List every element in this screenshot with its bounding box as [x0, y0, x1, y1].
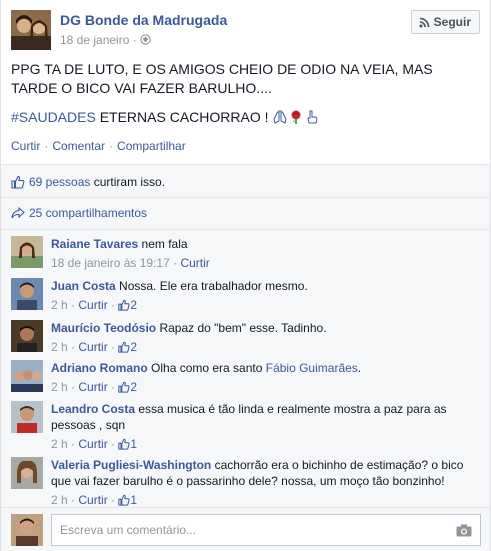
comment-text: Nossa. Ele era trabalhador mesmo.	[119, 279, 308, 293]
comment-like-link[interactable]: Curtir	[78, 380, 107, 394]
comment-time[interactable]: 18 de janeiro às 19:17	[51, 256, 170, 270]
thumbs-up-icon	[118, 381, 130, 393]
comment-time[interactable]: 2 h	[51, 298, 68, 312]
comment-author[interactable]: Valeria Pugliesi-Washington	[51, 458, 211, 472]
comment-like-link[interactable]: Curtir	[78, 493, 107, 507]
commenter-avatar[interactable]	[11, 360, 43, 392]
comment-meta: 2 h · Curtir · 2	[51, 298, 138, 312]
camera-icon[interactable]	[456, 524, 472, 537]
meta-separator: ·	[132, 33, 141, 47]
comment-author[interactable]: Maurício Teodósio	[51, 321, 156, 335]
commenter-avatar[interactable]	[11, 278, 43, 310]
comment-like-count[interactable]: 2	[130, 380, 137, 394]
comment-body: Valeria Pugliesi-Washington cachorrão er…	[51, 457, 481, 508]
thumbs-up-icon	[11, 175, 25, 189]
divider	[1, 197, 490, 198]
likes-count-link[interactable]: 69 pessoas	[29, 175, 90, 189]
rose-icon	[291, 110, 301, 124]
current-user-avatar[interactable]	[11, 514, 43, 546]
comment-time[interactable]: 2 h	[51, 380, 68, 394]
comment-text: nem fala	[141, 237, 188, 251]
divider	[1, 229, 490, 230]
share-link[interactable]: Compartilhar	[117, 139, 186, 153]
comment-body: Adriano Romano Olha como era santo Fábio…	[51, 360, 481, 395]
commenter-avatar[interactable]	[11, 457, 43, 489]
comment-link[interactable]: Comentar	[52, 139, 105, 153]
comment-time[interactable]: 2 h	[51, 493, 68, 507]
comment-text-after: .	[357, 361, 362, 375]
post-card: DG Bonde da Madrugada 18 de janeiro · Se…	[0, 0, 491, 551]
divider	[1, 164, 490, 165]
page-avatar[interactable]	[11, 10, 51, 50]
thumbs-up-icon	[118, 299, 130, 311]
share-arrow-icon	[11, 206, 25, 219]
comment-composer: Escreva um comentário...	[11, 514, 481, 546]
comment-author[interactable]: Adriano Romano	[51, 361, 148, 375]
comment-like-link[interactable]: Curtir	[180, 256, 209, 270]
thumbs-up-icon	[118, 438, 130, 450]
comment-text: Rapaz do "bem" esse. Tadinho.	[159, 321, 327, 335]
follow-button[interactable]: Seguir	[410, 10, 480, 34]
comment-like-count[interactable]: 1	[130, 437, 137, 451]
page-name[interactable]: DG Bonde da Madrugada	[60, 12, 227, 28]
post-text: PPG TA DE LUTO, E OS AMIGOS CHEIO DE ODI…	[11, 60, 481, 137]
comment-body: Raiane Tavares nem fala 18 de janeiro às…	[51, 236, 481, 271]
globe-icon[interactable]	[140, 34, 151, 45]
action-separator: ·	[44, 139, 49, 153]
likes-text: curtiram isso.	[90, 175, 166, 189]
comment-author[interactable]: Raiane Tavares	[51, 237, 138, 251]
post-line-2: #SAUDADES ETERNAS CACHORRAO !	[11, 108, 481, 127]
comment-like-count[interactable]: 1	[130, 493, 137, 507]
divider	[1, 507, 490, 508]
comment-input-placeholder: Escreva um comentário...	[60, 523, 197, 537]
comment-meta: 2 h · Curtir · 1	[51, 437, 138, 451]
post-meta: 18 de janeiro ·	[60, 33, 151, 47]
hashtag-link[interactable]: #SAUDADES	[11, 109, 96, 125]
thumbs-up-icon	[118, 494, 130, 506]
shares-count-link[interactable]: 25 compartilhamentos	[29, 206, 147, 220]
comment-like-link[interactable]: Curtir	[78, 298, 107, 312]
comment-time[interactable]: 2 h	[51, 437, 68, 451]
comment-body: Maurício Teodósio Rapaz do "bem" esse. T…	[51, 320, 481, 355]
comment-meta: 2 h · Curtir · 2	[51, 340, 138, 354]
rss-icon	[419, 17, 429, 28]
comment-input[interactable]: Escreva um comentário...	[51, 514, 481, 546]
comment-text: Olha como era santo	[151, 361, 266, 375]
post-actions: Curtir · Comentar · Compartilhar	[11, 139, 186, 153]
comment-like-link[interactable]: Curtir	[78, 437, 107, 451]
comment-author[interactable]: Juan Costa	[51, 279, 116, 293]
commenter-avatar[interactable]	[11, 320, 43, 352]
thumbs-up-icon	[118, 341, 130, 353]
mention-link[interactable]: Fábio Guimarães	[266, 361, 358, 375]
pointing-hand-icon	[307, 110, 318, 124]
commenter-avatar[interactable]	[11, 236, 43, 268]
post-date[interactable]: 18 de janeiro	[60, 33, 129, 47]
post-line-1: PPG TA DE LUTO, E OS AMIGOS CHEIO DE ODI…	[11, 61, 433, 96]
like-link[interactable]: Curtir	[11, 139, 40, 153]
comment-like-count[interactable]: 2	[130, 298, 137, 312]
likes-summary: 69 pessoas curtiram isso.	[11, 175, 165, 189]
shares-summary: 25 compartilhamentos	[11, 206, 147, 220]
comment-like-count[interactable]: 2	[130, 340, 137, 354]
comment-meta: 2 h · Curtir · 1	[51, 493, 138, 507]
commenter-avatar[interactable]	[11, 401, 43, 433]
action-separator: ·	[109, 139, 114, 153]
comment-body: Juan Costa Nossa. Ele era trabalhador me…	[51, 278, 481, 313]
comment-body: Leandro Costa essa musica é tão linda e …	[51, 401, 481, 452]
comment-meta: 2 h · Curtir · 2	[51, 380, 138, 394]
comment-like-link[interactable]: Curtir	[78, 340, 107, 354]
praying-hands-icon	[273, 109, 287, 124]
post-line-2-text: ETERNAS CACHORRAO !	[95, 109, 273, 125]
comment-meta: 18 de janeiro às 19:17 · Curtir	[51, 256, 210, 270]
post-header: DG Bonde da Madrugada 18 de janeiro · Se…	[11, 10, 480, 52]
follow-label: Seguir	[433, 15, 471, 29]
comment-time[interactable]: 2 h	[51, 340, 68, 354]
comment-author[interactable]: Leandro Costa	[51, 402, 135, 416]
